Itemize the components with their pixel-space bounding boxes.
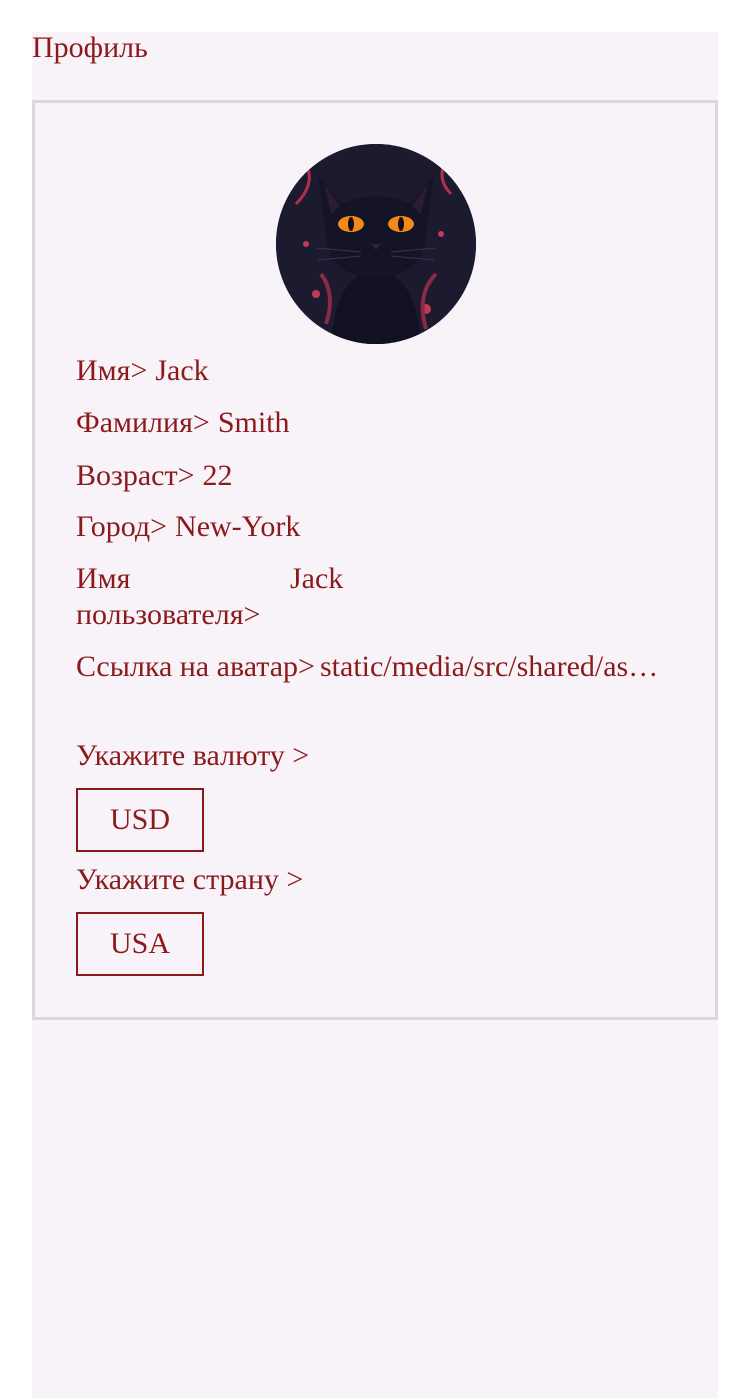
age-value: 22 (202, 459, 233, 492)
app-container: Профиль Имя> Jack Фамилия> Smith Возраст… (32, 32, 718, 1398)
avatar-link-value: static/media/src/shared/assets/tests/sto… (320, 650, 669, 683)
username-label: Имя пользователя> (76, 562, 261, 631)
avatar-link-row: Ссылка на аватар> static/media/src/share… (76, 649, 669, 685)
first-name-label: Имя> (76, 354, 148, 387)
username-row: Имя пользователя> Jack (76, 561, 669, 633)
currency-select[interactable]: USD (76, 788, 204, 852)
city-label: Город> (76, 510, 168, 543)
last-name-value: Smith (217, 406, 290, 439)
currency-label-row: Укажите валюту > (76, 738, 309, 774)
avatar-link-label: Ссылка на аватар> (76, 650, 315, 683)
country-label-row: Укажите страну > (76, 862, 303, 898)
last-name-label: Фамилия> (76, 406, 210, 439)
first-name-value: Jack (155, 354, 209, 387)
country-label: Укажите страну > (76, 863, 304, 896)
currency-label: Укажите валюту > (76, 739, 310, 772)
page-title: Профиль (32, 31, 148, 64)
black-cat-avatar-icon (276, 144, 476, 344)
last-name-row: Фамилия> Smith (76, 405, 290, 441)
first-name-row: Имя> Jack (76, 353, 209, 389)
city-value: New-York (175, 510, 301, 543)
country-select[interactable]: USA (76, 912, 204, 976)
age-row: Возраст> 22 (76, 458, 233, 494)
username-value: Jack (290, 562, 344, 595)
avatar (276, 144, 476, 344)
profile-card: Имя> Jack Фамилия> Smith Возраст> 22 Город>… (32, 100, 718, 1020)
age-label: Возраст> (76, 459, 195, 492)
city-row: Город> New-York (76, 509, 300, 545)
